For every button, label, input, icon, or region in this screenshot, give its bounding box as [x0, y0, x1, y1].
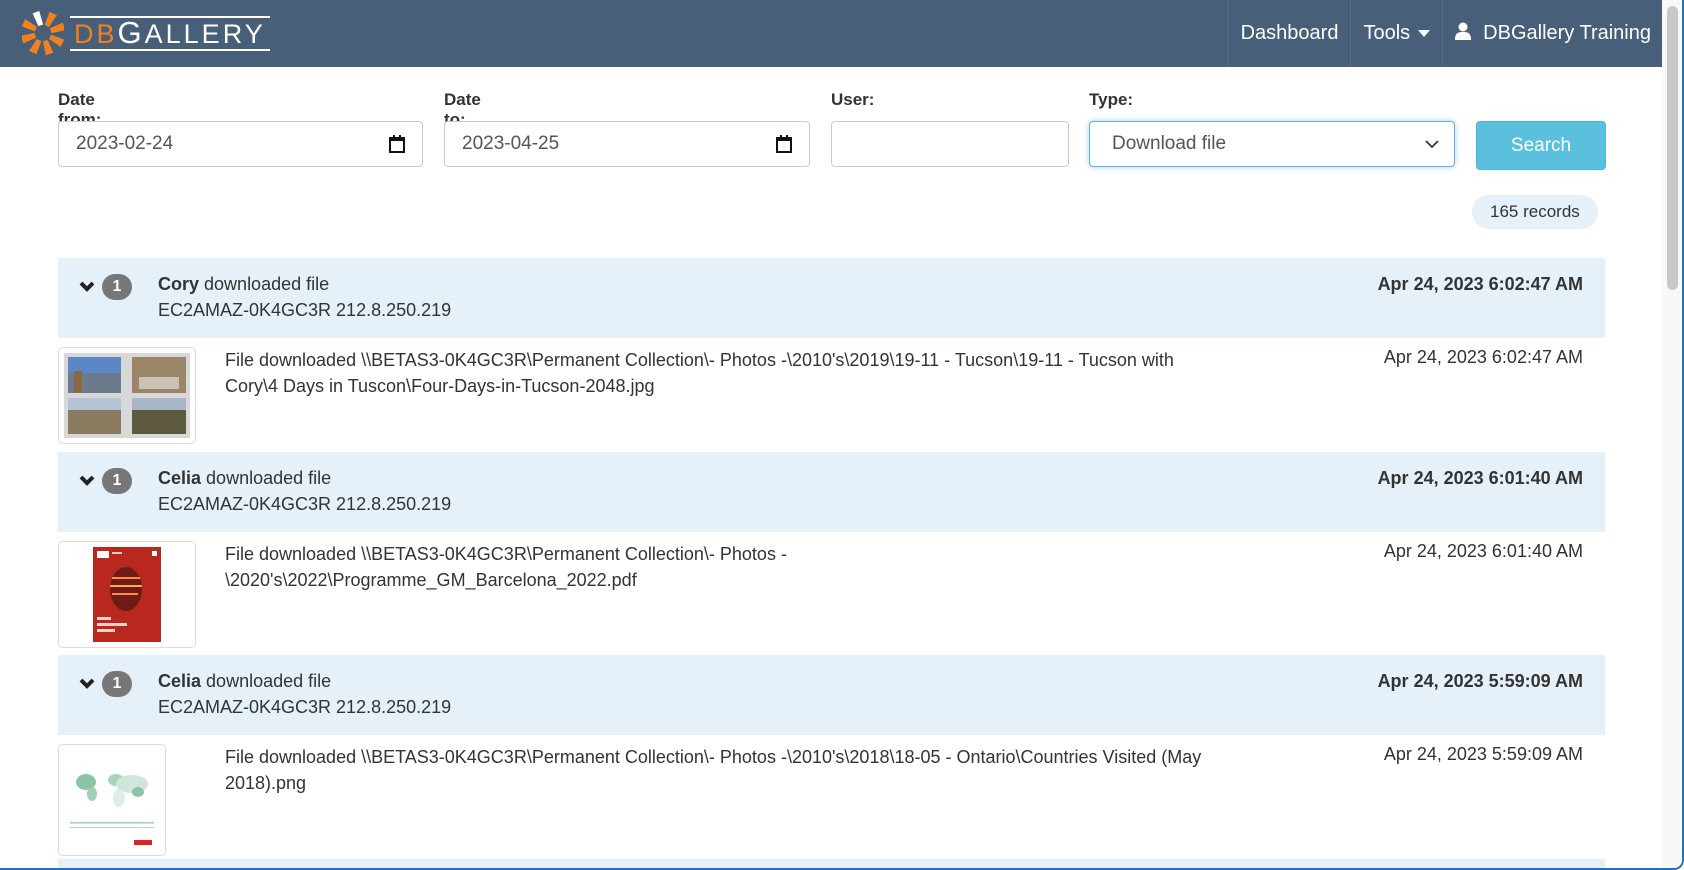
search-button[interactable]: Search	[1476, 121, 1606, 170]
activity-entry: 1 Celia downloaded file EC2AMAZ-0K4GC3R …	[58, 655, 1605, 859]
type-select[interactable]: Download file	[1089, 121, 1455, 167]
date-from-value: 2023-02-24	[76, 133, 174, 154]
nav-tools-dropdown[interactable]: Tools	[1350, 0, 1442, 67]
type-label: Type:	[1089, 90, 1134, 109]
vertical-scrollbar[interactable]	[1662, 0, 1682, 868]
entry-detail: File downloaded \\BETAS3-0K4GC3R\Permane…	[58, 532, 1605, 655]
entry-user: Cory	[158, 274, 200, 294]
entry-title: Cory downloaded file	[158, 274, 329, 295]
entry-action: downloaded file	[206, 468, 332, 488]
date-to-value: 2023-04-25	[462, 133, 560, 154]
entry-count-badge: 1	[102, 468, 132, 494]
date-to-label: Date to:	[444, 90, 481, 129]
nav-user-menu[interactable]: DBGallery Training	[1442, 0, 1662, 67]
date-to-input[interactable]: 2023-04-25	[444, 121, 810, 167]
file-thumbnail[interactable]	[58, 347, 196, 444]
records-count-badge: 165 records	[1472, 195, 1598, 229]
entry-user: Celia	[158, 468, 202, 488]
date-from-group: Date from: 2023-02-24	[58, 90, 423, 167]
entry-header-partial	[58, 859, 1605, 868]
user-icon	[1455, 22, 1472, 46]
activity-entry: 1 Cory downloaded file EC2AMAZ-0K4GC3R 2…	[58, 258, 1605, 452]
brand-logo[interactable]: DBGALLERY	[22, 10, 270, 56]
user-group: User:	[831, 90, 1069, 167]
entry-count: 1	[112, 472, 122, 489]
user-input[interactable]	[831, 121, 1069, 167]
entry-machine: EC2AMAZ-0K4GC3R 212.8.250.219	[158, 300, 452, 320]
brand-prefix: DB	[74, 18, 118, 49]
entry-machine: EC2AMAZ-0K4GC3R 212.8.250.219	[158, 494, 452, 514]
calendar-icon[interactable]	[776, 135, 792, 153]
entry-header[interactable]: 1 Celia downloaded file EC2AMAZ-0K4GC3R …	[58, 452, 1605, 532]
date-from-label: Date from:	[58, 90, 102, 129]
page-viewport: DBGALLERY Dashboard Tools DBGallery Trai…	[0, 0, 1662, 868]
entry-machine: EC2AMAZ-0K4GC3R 212.8.250.219	[158, 697, 452, 717]
entry-detail-text: File downloaded \\BETAS3-0K4GC3R\Permane…	[225, 747, 1202, 793]
entry-time: Apr 24, 2023 6:02:47 AM	[1377, 274, 1583, 294]
user-label: User:	[831, 90, 875, 109]
entry-action: downloaded file	[204, 274, 330, 294]
type-group: Type: Download file	[1089, 90, 1455, 167]
entry-time: Apr 24, 2023 5:59:09 AM	[1377, 671, 1583, 691]
entry-count-badge: 1	[102, 671, 132, 697]
calendar-icon[interactable]	[389, 135, 405, 153]
navbar: DBGALLERY Dashboard Tools DBGallery Trai…	[0, 0, 1662, 67]
world-map-thumbnail	[64, 750, 160, 850]
activity-list: 1 Cory downloaded file EC2AMAZ-0K4GC3R 2…	[58, 258, 1605, 868]
entry-count: 1	[112, 675, 122, 692]
entry-detail-text: File downloaded \\BETAS3-0K4GC3R\Permane…	[225, 350, 1174, 396]
nav-tools-label: Tools	[1363, 22, 1411, 44]
search-button-label: Search	[1510, 134, 1572, 156]
browser-frame: DBGALLERY Dashboard Tools DBGallery Trai…	[0, 0, 1684, 870]
nav-right: Dashboard Tools DBGallery Training	[1227, 0, 1662, 67]
entry-user: Celia	[158, 671, 202, 691]
chevron-down-icon[interactable]	[78, 677, 96, 691]
activity-entry: 1 Celia downloaded file EC2AMAZ-0K4GC3R …	[58, 452, 1605, 655]
photo-collage-thumbnail	[64, 353, 190, 438]
chevron-down-icon[interactable]	[78, 474, 96, 488]
chevron-down-icon	[1425, 140, 1439, 149]
entry-action: downloaded file	[206, 671, 332, 691]
file-thumbnail[interactable]	[58, 744, 166, 856]
entry-header[interactable]: 1 Cory downloaded file EC2AMAZ-0K4GC3R 2…	[58, 258, 1605, 338]
entry-detail-time: Apr 24, 2023 6:02:47 AM	[1383, 347, 1583, 367]
type-select-value: Download file	[1112, 133, 1227, 154]
chevron-down-icon[interactable]	[78, 280, 96, 294]
brand-wordmark: DBGALLERY	[70, 14, 270, 51]
file-thumbnail[interactable]	[58, 541, 196, 648]
entry-count-badge: 1	[102, 274, 132, 300]
date-to-group: Date to: 2023-04-25	[444, 90, 810, 167]
caret-down-icon	[1418, 30, 1431, 37]
records-count: 165 records	[1490, 202, 1580, 221]
pdf-cover-thumbnail	[93, 547, 161, 642]
entry-detail-time: Apr 24, 2023 5:59:09 AM	[1383, 744, 1583, 764]
scrollbar-thumb[interactable]	[1667, 6, 1678, 290]
entry-detail-text: File downloaded \\BETAS3-0K4GC3R\Permane…	[225, 544, 787, 590]
nav-user-label: DBGallery Training	[1483, 22, 1651, 44]
date-from-input[interactable]: 2023-02-24	[58, 121, 423, 167]
entry-detail: File downloaded \\BETAS3-0K4GC3R\Permane…	[58, 735, 1605, 859]
entry-detail-time: Apr 24, 2023 6:01:40 AM	[1383, 541, 1583, 561]
entry-count: 1	[112, 278, 122, 295]
entry-time: Apr 24, 2023 6:01:40 AM	[1377, 468, 1583, 488]
logo-pinwheel-icon	[22, 10, 64, 56]
brand-rest: ALLERY	[144, 18, 266, 49]
entry-header[interactable]: 1 Celia downloaded file EC2AMAZ-0K4GC3R …	[58, 655, 1605, 735]
nav-dashboard-label: Dashboard	[1240, 22, 1339, 44]
entry-title: Celia downloaded file	[158, 468, 331, 489]
entry-detail: File downloaded \\BETAS3-0K4GC3R\Permane…	[58, 338, 1605, 452]
entry-title: Celia downloaded file	[158, 671, 331, 692]
brand-initial: G	[117, 14, 145, 50]
nav-dashboard[interactable]: Dashboard	[1227, 0, 1351, 67]
